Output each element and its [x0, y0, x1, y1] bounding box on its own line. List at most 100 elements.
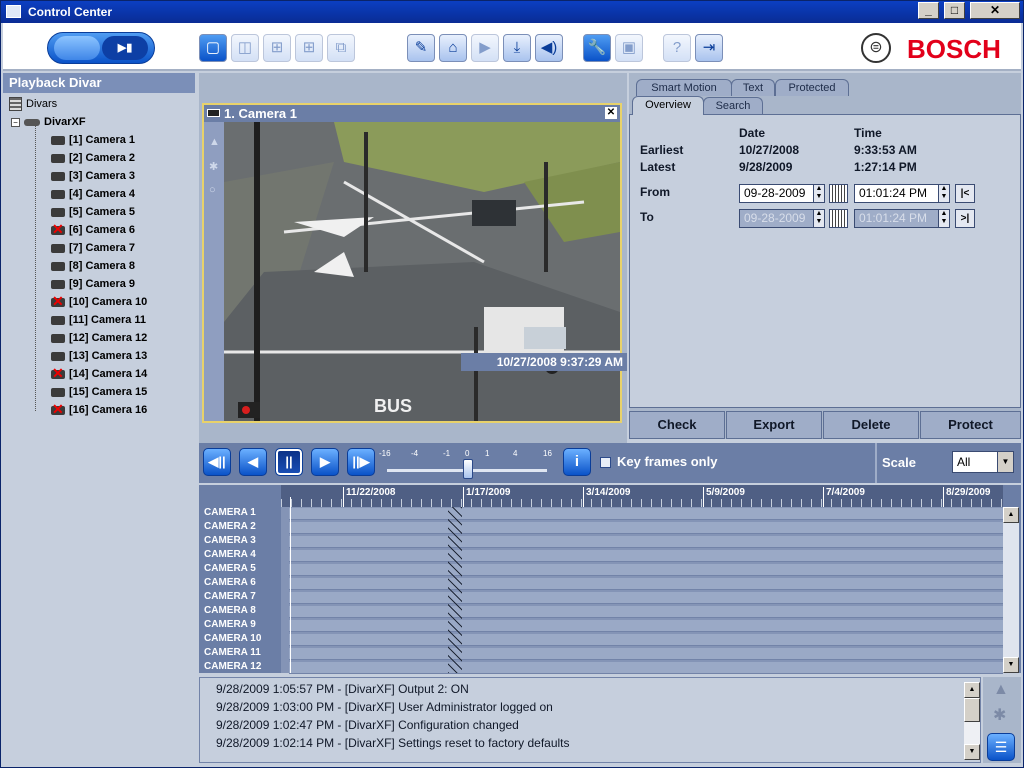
from-calendar-icon[interactable] — [829, 184, 848, 203]
maximize-button[interactable]: □ — [944, 2, 965, 19]
to-calendar-icon[interactable] — [829, 209, 848, 228]
tree-camera-item[interactable]: [9] Camera 9 — [51, 275, 135, 293]
timeline-ruler[interactable]: 11/22/2008 1/17/2009 3/14/2009 5/9/2009 7/4/… — [281, 485, 1003, 507]
spinner-arrows-icon[interactable]: ▲ ▼ — [938, 185, 949, 202]
tree-camera-item[interactable]: [2] Camera 2 — [51, 149, 135, 167]
key-frames-checkbox[interactable] — [600, 457, 611, 468]
tree-camera-item[interactable]: [13] Camera 13 — [51, 347, 147, 365]
tree-camera-item[interactable]: [14] Camera 14 — [51, 364, 147, 383]
tree-camera-item[interactable]: [16] Camera 16 — [51, 400, 147, 419]
timeline-track[interactable] — [289, 578, 1003, 590]
spinner-arrows-icon[interactable]: ▲ ▼ — [938, 210, 949, 227]
timeline-track[interactable] — [289, 662, 1003, 674]
cascade-view-icon[interactable]: ⧉ — [327, 34, 355, 62]
speed-slider-handle[interactable] — [463, 459, 473, 479]
spinner-arrows-icon[interactable]: ▲ ▼ — [813, 185, 824, 202]
timeline-cursor[interactable] — [290, 497, 291, 673]
timeline-track[interactable] — [289, 522, 1003, 534]
live-icon[interactable] — [54, 36, 100, 60]
scroll-up-icon[interactable]: ▲ — [1003, 507, 1019, 523]
timeline-track[interactable] — [289, 592, 1003, 604]
tab-overview[interactable]: Overview — [632, 96, 704, 115]
timeline-track[interactable] — [289, 536, 1003, 548]
check-button[interactable]: Check — [629, 411, 725, 439]
minimize-button[interactable]: _ — [918, 2, 939, 19]
spinner-arrows-icon[interactable]: ▲ ▼ — [813, 210, 824, 227]
play-clip-icon[interactable]: ▶ — [471, 34, 499, 62]
snapshot-icon[interactable]: ⌂ — [439, 34, 467, 62]
tab-text[interactable]: Text — [731, 79, 775, 96]
collapse-icon[interactable]: − — [11, 117, 20, 127]
play-icon[interactable]: ▶ — [311, 448, 339, 476]
tab-search[interactable]: Search — [703, 97, 763, 114]
timeline-tracks[interactable] — [281, 507, 1003, 674]
alarm-bell-icon: ▲ — [993, 681, 1009, 698]
tree-camera-item[interactable]: [12] Camera 12 — [51, 329, 147, 347]
tree-camera-item[interactable]: [5] Camera 5 — [51, 203, 135, 221]
timeline-scrollbar[interactable]: ▲ ▼ — [1003, 507, 1019, 673]
tree-camera-item[interactable]: [8] Camera 8 — [51, 257, 135, 275]
logout-icon[interactable]: ⇥ — [695, 34, 723, 62]
reverse-play-icon[interactable]: ◀ — [239, 448, 267, 476]
timeline-track[interactable] — [289, 564, 1003, 576]
live-playback-switch[interactable]: ▶▮ — [47, 32, 155, 64]
tree-camera-item[interactable]: [7] Camera 7 — [51, 239, 135, 257]
tree-camera-item[interactable]: [11] Camera 11 — [51, 311, 146, 329]
title-bar[interactable]: Control Center _ □ ✕ — [1, 1, 1023, 23]
from-date-field[interactable]: 09-28-2009 ▲ ▼ — [739, 184, 825, 203]
tree-root[interactable]: Divars — [9, 95, 57, 113]
device-tree-panel: Playback Divar Divars − DivarXF [1] Camer… — [3, 73, 195, 765]
tree-camera-item[interactable]: [15] Camera 15 — [51, 383, 147, 401]
timeline-track[interactable] — [289, 634, 1003, 646]
close-tile-icon[interactable]: ✕ — [605, 107, 617, 119]
timeline-track[interactable] — [289, 606, 1003, 618]
scroll-down-icon[interactable]: ▼ — [1003, 657, 1019, 673]
settings-wrench-icon[interactable]: 🔧 — [583, 34, 611, 62]
protect-button[interactable]: Protect — [920, 411, 1021, 439]
tree-camera-item[interactable]: [1] Camera 1 — [51, 131, 135, 149]
go-start-button[interactable]: |< — [955, 184, 975, 203]
timeline-track[interactable] — [289, 508, 1003, 520]
log-scrollbar[interactable]: ▲ ▼ — [964, 682, 980, 760]
delete-button[interactable]: Delete — [823, 411, 919, 439]
tree-camera-item[interactable]: [6] Camera 6 — [51, 220, 135, 239]
tree-camera-item[interactable]: [3] Camera 3 — [51, 167, 135, 185]
single-view-icon[interactable]: ▢ — [199, 34, 227, 62]
to-date-field[interactable]: 09-28-2009 ▲ ▼ — [739, 209, 825, 228]
help-icon[interactable]: ? — [663, 34, 691, 62]
export-button[interactable]: Export — [726, 411, 822, 439]
video-tile[interactable]: 1. Camera 1 ✕ ▲ ✱ ○ BUS — [202, 103, 622, 423]
scroll-thumb[interactable] — [964, 698, 980, 722]
display-icon[interactable]: ▣ — [615, 34, 643, 62]
tab-smart-motion[interactable]: Smart Motion — [636, 79, 732, 96]
split-view-icon[interactable]: ◫ — [231, 34, 259, 62]
tree-camera-item[interactable]: [4] Camera 4 — [51, 185, 135, 203]
timeline-track[interactable] — [289, 620, 1003, 632]
tree-camera-item[interactable]: [10] Camera 10 — [51, 292, 147, 311]
export-clip-icon[interactable]: ⤓ — [503, 34, 531, 62]
scroll-down-icon[interactable]: ▼ — [964, 744, 980, 760]
chevron-down-icon[interactable]: ▼ — [997, 452, 1013, 472]
notes-icon[interactable]: ✎ — [407, 34, 435, 62]
event-list-icon[interactable]: ☰ — [987, 733, 1015, 761]
audio-icon[interactable]: ◀) — [535, 34, 563, 62]
from-time-field[interactable]: 01:01:24 PM ▲ ▼ — [854, 184, 950, 203]
info-icon[interactable]: i — [563, 448, 591, 476]
scroll-up-icon[interactable]: ▲ — [964, 682, 980, 698]
playback-icon[interactable]: ▶▮ — [102, 36, 148, 60]
step-back-icon[interactable]: ◀|| — [203, 448, 231, 476]
close-button[interactable]: ✕ — [970, 2, 1020, 19]
pause-icon[interactable]: || — [275, 448, 303, 476]
tab-protected[interactable]: Protected — [775, 79, 849, 96]
quad-view-icon[interactable]: ⊞ — [263, 34, 291, 62]
speed-slider[interactable]: -16 -4 -1 0 1 4 16 — [379, 447, 555, 481]
to-time-field[interactable]: 01:01:24 PM ▲ ▼ — [854, 209, 950, 228]
multi-view-icon[interactable]: ⊞ — [295, 34, 323, 62]
timeline-track[interactable] — [289, 648, 1003, 660]
step-forward-icon[interactable]: ||▶ — [347, 448, 375, 476]
go-end-button[interactable]: >| — [955, 209, 975, 228]
tree-connector — [35, 125, 36, 411]
timeline-track[interactable] — [289, 550, 1003, 562]
tree-device[interactable]: − DivarXF — [11, 113, 86, 131]
scale-dropdown[interactable]: All ▼ — [952, 451, 1014, 473]
